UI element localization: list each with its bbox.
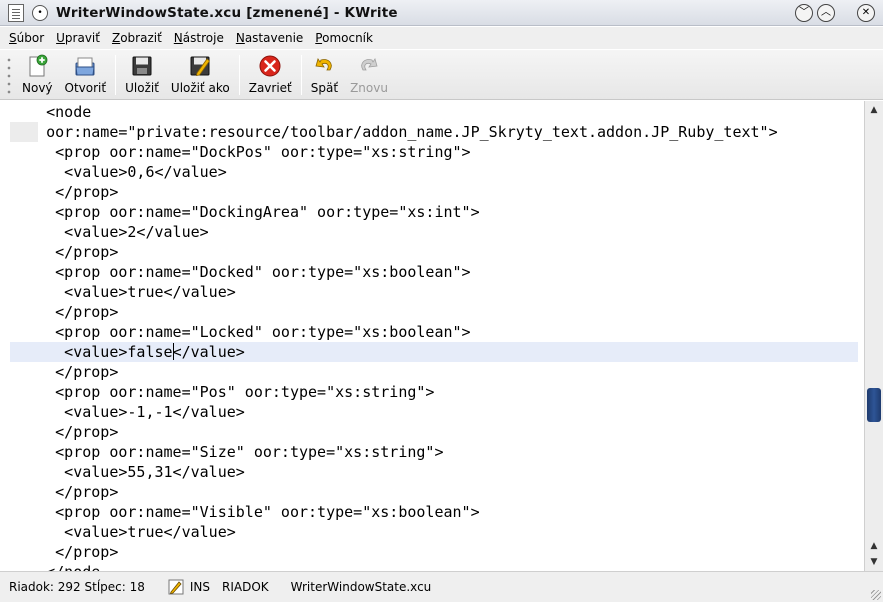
code-line: </prop> — [10, 303, 119, 321]
code-line: </node — [10, 562, 858, 571]
window-title: WriterWindowState.xcu [zmenené] - KWrite — [56, 4, 398, 21]
close-window-button[interactable]: ✕ — [857, 4, 875, 22]
new-button-label: Nový — [22, 81, 53, 95]
scroll-up-arrow-icon[interactable]: ▲ — [867, 539, 881, 553]
open-button[interactable]: Otvoriť — [64, 50, 107, 95]
code-line: <value>-1,-1</value> — [10, 403, 245, 421]
code-line: <node — [10, 103, 92, 121]
save-as-button[interactable]: Uložiť ako — [171, 50, 230, 95]
code-line: <value>55,31</value> — [10, 463, 245, 481]
undo-button[interactable]: Späť — [311, 50, 338, 95]
new-document-icon — [25, 54, 49, 78]
undo-label: Späť — [310, 81, 339, 95]
toolbar-separator — [115, 55, 117, 95]
close-red-icon — [258, 54, 282, 78]
save-button[interactable]: Uložiť — [125, 50, 159, 95]
code-line: </prop> — [10, 363, 119, 381]
scroll-down-arrow-icon[interactable]: ▼ — [867, 555, 881, 569]
resize-grip[interactable] — [871, 590, 881, 600]
code-line: <value>2</value> — [10, 223, 209, 241]
text-before-caret: <value>false — [10, 343, 173, 361]
scroll-up-arrow-icon[interactable]: ▲ — [867, 103, 881, 117]
scrollbar-thumb[interactable] — [867, 388, 881, 422]
new-button[interactable]: Nový — [22, 50, 53, 95]
undo-arrow-icon — [312, 54, 336, 78]
save-button-label: Uložiť — [125, 81, 159, 95]
save-as-icon — [188, 54, 212, 78]
minimize-button[interactable]: ﹀ — [795, 4, 813, 22]
menu-file[interactable]: Súbor — [3, 31, 50, 45]
code-line: <value>true</value> — [10, 283, 236, 301]
code-line: <prop oor:name="Docked" oor:type="xs:boo… — [10, 263, 471, 281]
menu-settings[interactable]: Nastavenie — [230, 31, 309, 45]
window-menu-icon[interactable]: • — [32, 4, 48, 21]
selection-mode-indicator[interactable]: RIADOK — [222, 580, 269, 594]
toolbar-drag-handle[interactable] — [6, 56, 12, 96]
code-line: <value>true</value> — [10, 523, 236, 541]
code-line: </prop> — [10, 423, 119, 441]
vertical-scrollbar[interactable]: ▲ ▲ ▼ — [864, 101, 883, 571]
text-editor[interactable]: <node oor:name="private:resource/toolbar… — [0, 101, 864, 571]
status-bar: Riadok: 292 Stĺpec: 18 INS RIADOK Writer… — [0, 571, 883, 602]
code-line: <prop oor:name="DockPos" oor:type="xs:st… — [10, 143, 471, 161]
code-line: </prop> — [10, 543, 119, 561]
toolbar-separator — [238, 55, 240, 95]
menu-help[interactable]: Pomocník — [309, 31, 379, 45]
code-line: <prop oor:name="Size" oor:type="xs:strin… — [10, 443, 444, 461]
code-line: <prop oor:name="Pos" oor:type="xs:string… — [10, 383, 435, 401]
code-line: </prop> — [10, 243, 119, 261]
code-line: <prop oor:name="DockingArea" oor:type="x… — [10, 203, 480, 221]
code-line: <prop oor:name="Visible" oor:type="xs:bo… — [10, 503, 480, 521]
close-document-label: Zavrieť — [248, 81, 292, 95]
insert-mode-indicator[interactable]: INS — [190, 580, 210, 594]
menu-edit[interactable]: Upraviť — [50, 31, 106, 45]
maximize-button[interactable]: ︿ — [817, 4, 835, 22]
code-line: <prop oor:name="Locked" oor:type="xs:boo… — [10, 323, 471, 341]
open-button-label: Otvoriť — [64, 81, 107, 95]
cursor-position: Riadok: 292 Stĺpec: 18 — [9, 580, 145, 594]
main-toolbar: Nový Otvoriť Uložiť Uložiť ako Zavrieť S… — [0, 50, 883, 100]
redo-label: Znovu — [350, 81, 388, 95]
menu-tools[interactable]: Nástroje — [168, 31, 230, 45]
redo-button[interactable]: Znovu — [350, 50, 388, 95]
toolbar-separator — [300, 55, 302, 95]
code-line: </prop> — [10, 183, 119, 201]
open-folder-icon — [73, 54, 97, 78]
menu-bar: Súbor Upraviť Zobraziť Nástroje Nastaven… — [0, 27, 883, 49]
save-as-button-label: Uložiť ako — [170, 81, 230, 95]
kwrite-app-icon[interactable] — [8, 3, 24, 22]
status-filename: WriterWindowState.xcu — [290, 580, 432, 594]
menu-view[interactable]: Zobraziť — [106, 31, 168, 45]
text-after-caret: </value> — [172, 343, 245, 361]
modified-pencil-icon — [168, 579, 184, 595]
code-line: <value>0,6</value> — [10, 163, 227, 181]
code-line: oor:name="private:resource/toolbar/addon… — [10, 122, 858, 142]
title-bar[interactable]: • WriterWindowState.xcu [zmenené] - KWri… — [0, 0, 883, 26]
floppy-save-icon — [130, 54, 154, 78]
current-code-line: <value>false</value> — [10, 342, 858, 362]
redo-arrow-icon — [357, 54, 381, 78]
close-document-button[interactable]: Zavrieť — [249, 50, 292, 95]
code-line: </prop> — [10, 483, 119, 501]
